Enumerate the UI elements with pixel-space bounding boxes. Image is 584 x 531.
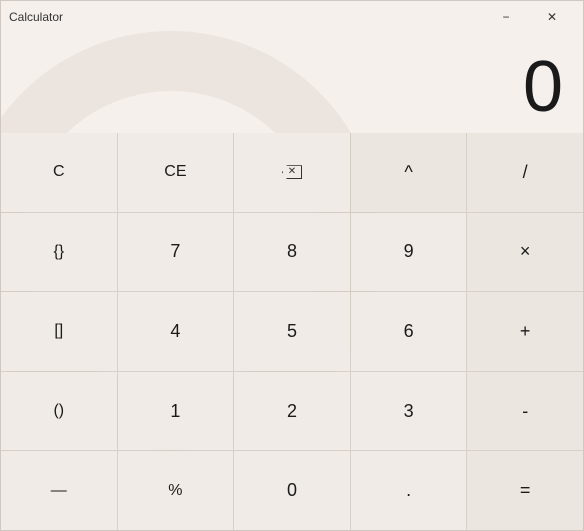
buttons-grid: CCE ✕ ^/ {}789× []456+ ()123- —%0.= xyxy=(1,133,583,530)
minimize-button[interactable]: − xyxy=(483,1,529,33)
add-button[interactable]: + xyxy=(467,292,583,371)
curly-braces-button[interactable]: {} xyxy=(1,213,117,292)
zero-button[interactable]: 0 xyxy=(234,451,350,530)
six-button[interactable]: 6 xyxy=(351,292,467,371)
backspace-button[interactable]: ✕ xyxy=(234,133,350,212)
five-button[interactable]: 5 xyxy=(234,292,350,371)
equals-button[interactable]: = xyxy=(467,451,583,530)
display-area: 0 xyxy=(1,33,583,133)
divide-button[interactable]: / xyxy=(467,133,583,212)
three-button[interactable]: 3 xyxy=(351,372,467,451)
close-button[interactable]: ✕ xyxy=(529,1,575,33)
display-value: 0 xyxy=(523,51,563,123)
window-title: Calculator xyxy=(9,10,63,24)
calculator-window: Calculator − ✕ 0 CCE ✕ ^/ {}789× []456+ ()123… xyxy=(0,0,584,531)
two-button[interactable]: 2 xyxy=(234,372,350,451)
seven-button[interactable]: 7 xyxy=(118,213,234,292)
negate-button[interactable]: — xyxy=(1,451,117,530)
title-bar: Calculator − ✕ xyxy=(1,1,583,33)
clear-button[interactable]: C xyxy=(1,133,117,212)
clear-entry-button[interactable]: CE xyxy=(118,133,234,212)
eight-button[interactable]: 8 xyxy=(234,213,350,292)
percent-button[interactable]: % xyxy=(118,451,234,530)
subtract-button[interactable]: - xyxy=(467,372,583,451)
multiply-button[interactable]: × xyxy=(467,213,583,292)
title-controls: − ✕ xyxy=(483,1,575,33)
backspace-icon: ✕ xyxy=(282,165,302,179)
decimal-button[interactable]: . xyxy=(351,451,467,530)
square-brackets-button[interactable]: [] xyxy=(1,292,117,371)
nine-button[interactable]: 9 xyxy=(351,213,467,292)
four-button[interactable]: 4 xyxy=(118,292,234,371)
one-button[interactable]: 1 xyxy=(118,372,234,451)
parentheses-button[interactable]: () xyxy=(1,372,117,451)
power-button[interactable]: ^ xyxy=(351,133,467,212)
